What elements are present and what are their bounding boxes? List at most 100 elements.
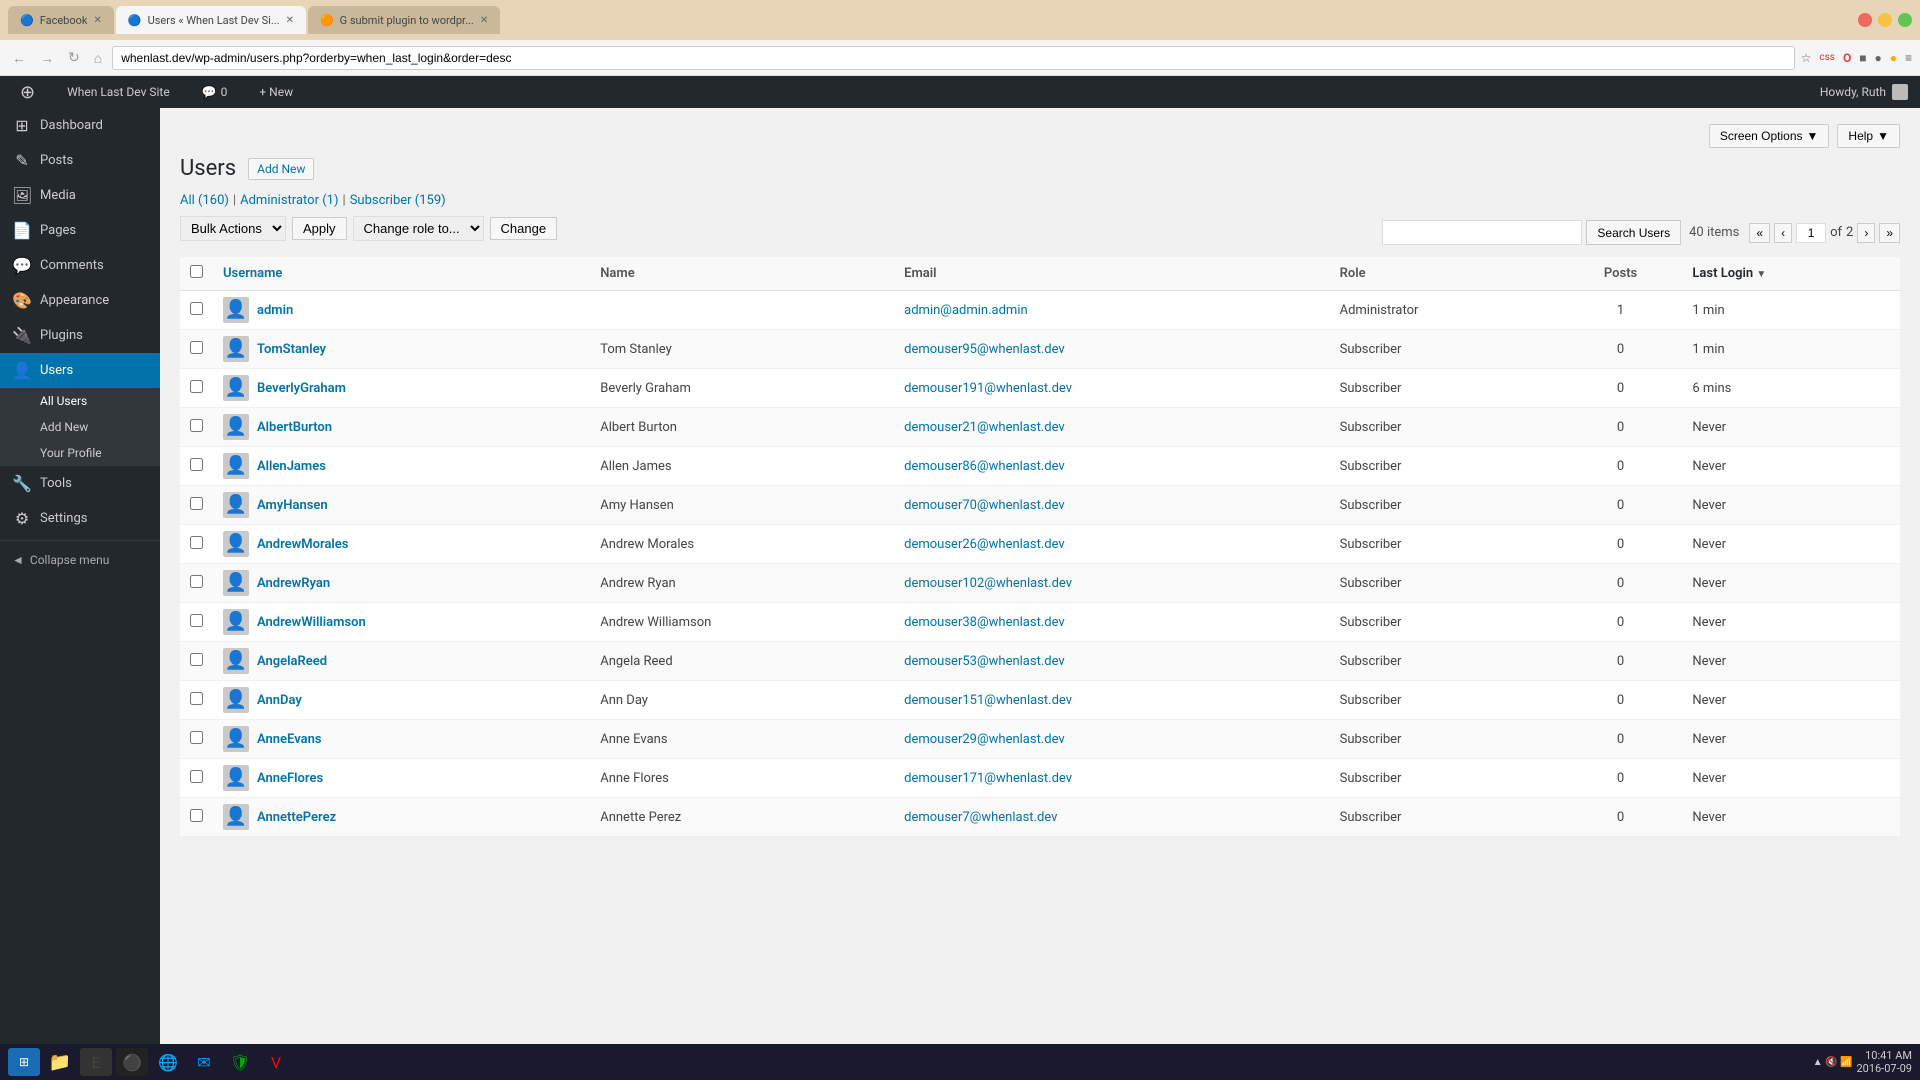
first-page-btn[interactable]: « — [1749, 223, 1770, 243]
facebook-tab-close[interactable]: ✕ — [93, 15, 101, 26]
submenu-all-users[interactable]: All Users — [0, 388, 160, 414]
username-link[interactable]: AnnDay — [257, 693, 302, 708]
users-tab-close[interactable]: ✕ — [286, 15, 294, 26]
browser-minimize-btn[interactable] — [1878, 13, 1892, 27]
row-checkbox[interactable] — [190, 653, 203, 666]
mail-btn[interactable]: ✉ — [188, 1048, 220, 1076]
email-link[interactable]: demouser102@whenlast.dev — [904, 576, 1072, 591]
username-link[interactable]: AndrewMorales — [257, 537, 348, 552]
filter-subscriber[interactable]: Subscriber (159) — [350, 193, 446, 208]
username-link[interactable]: AnnettePerez — [257, 810, 336, 825]
comments-item[interactable]: 💬 0 — [194, 76, 236, 108]
username-link[interactable]: AndrewWilliamson — [257, 615, 366, 630]
sidebar-item-plugins[interactable]: 🔌 Plugins — [0, 318, 160, 353]
bulk-actions-select[interactable]: Bulk Actions — [180, 216, 286, 241]
browser-close-btn[interactable] — [1858, 13, 1872, 27]
sidebar-item-posts[interactable]: ✎ Posts — [0, 143, 160, 178]
username-link[interactable]: TomStanley — [257, 342, 326, 357]
username-link[interactable]: admin — [257, 303, 293, 318]
page-number-input[interactable] — [1796, 223, 1826, 243]
browser-tab-users[interactable]: 🔵 Users « When Last Dev Si... ✕ — [116, 6, 306, 34]
home-btn[interactable]: ⌂ — [90, 48, 106, 68]
email-link[interactable]: admin@admin.admin — [904, 303, 1028, 318]
email-link[interactable]: demouser38@whenlast.dev — [904, 615, 1065, 630]
address-bar-input[interactable] — [112, 46, 1794, 70]
sidebar-item-comments[interactable]: 💬 Comments — [0, 248, 160, 283]
email-link[interactable]: demouser171@whenlast.dev — [904, 771, 1072, 786]
email-link[interactable]: demouser7@whenlast.dev — [904, 810, 1057, 825]
search-users-btn[interactable]: Search Users — [1586, 220, 1681, 245]
row-checkbox[interactable] — [190, 380, 203, 393]
row-checkbox[interactable] — [190, 731, 203, 744]
row-checkbox[interactable] — [190, 536, 203, 549]
google-tab-close[interactable]: ✕ — [480, 15, 488, 26]
change-btn[interactable]: Change — [490, 217, 558, 240]
row-checkbox[interactable] — [190, 770, 203, 783]
filter-all[interactable]: All (160) — [180, 193, 229, 208]
email-link[interactable]: demouser191@whenlast.dev — [904, 381, 1072, 396]
email-link[interactable]: demouser53@whenlast.dev — [904, 654, 1065, 669]
username-link[interactable]: AmyHansen — [257, 498, 328, 513]
last-login-col-header[interactable]: Last Login ▼ — [1682, 257, 1900, 291]
new-content-item[interactable]: + New — [251, 76, 301, 108]
email-link[interactable]: demouser26@whenlast.dev — [904, 537, 1065, 552]
username-link[interactable]: AngelaReed — [257, 654, 327, 669]
sidebar-item-dashboard[interactable]: ⊞ Dashboard — [0, 108, 160, 143]
email-link[interactable]: demouser95@whenlast.dev — [904, 342, 1065, 357]
file-explorer-btn[interactable]: 📁 — [44, 1048, 76, 1076]
email-link[interactable]: demouser21@whenlast.dev — [904, 420, 1065, 435]
wp-logo-item[interactable]: ⊕ — [12, 76, 43, 108]
help-btn[interactable]: Help ▼ — [1837, 124, 1900, 148]
row-checkbox[interactable] — [190, 341, 203, 354]
back-btn[interactable]: ← — [8, 48, 30, 68]
row-checkbox[interactable] — [190, 692, 203, 705]
browser-tab-google[interactable]: 🟠 G submit plugin to wordpr... ✕ — [308, 6, 500, 34]
row-checkbox[interactable] — [190, 809, 203, 822]
sidebar-item-settings[interactable]: ⚙ Settings — [0, 501, 160, 536]
start-btn[interactable]: ⊞ — [8, 1048, 40, 1076]
menu-icon[interactable]: ≡ — [1905, 51, 1912, 65]
row-checkbox[interactable] — [190, 419, 203, 432]
prev-page-btn[interactable]: ‹ — [1774, 223, 1792, 243]
username-link[interactable]: AndrewRyan — [257, 576, 330, 591]
username-link[interactable]: AlbertBurton — [257, 420, 332, 435]
refresh-btn[interactable]: ↻ — [64, 47, 84, 68]
email-link[interactable]: demouser151@whenlast.dev — [904, 693, 1072, 708]
select-all-checkbox[interactable] — [190, 265, 203, 278]
add-new-btn[interactable]: Add New — [248, 158, 314, 180]
shield-btn[interactable]: 🛡 — [224, 1048, 256, 1076]
last-page-btn[interactable]: » — [1879, 223, 1900, 243]
epic-btn[interactable]: E — [80, 1048, 112, 1076]
email-link[interactable]: demouser86@whenlast.dev — [904, 459, 1065, 474]
submenu-your-profile[interactable]: Your Profile — [0, 440, 160, 466]
next-page-btn[interactable]: › — [1857, 223, 1875, 243]
red-btn[interactable]: V — [260, 1048, 292, 1076]
browser-tab-facebook[interactable]: 🔵 Facebook ✕ — [8, 6, 114, 34]
apply-btn[interactable]: Apply — [292, 217, 347, 240]
sidebar-item-media[interactable]: 🖼 Media — [0, 178, 160, 213]
username-link[interactable]: BeverlyGraham — [257, 381, 346, 396]
collapse-menu-item[interactable]: ◄ Collapse menu — [0, 545, 160, 575]
username-link[interactable]: AnneEvans — [257, 732, 322, 747]
browser-maximize-btn[interactable] — [1898, 13, 1912, 27]
forward-btn[interactable]: → — [36, 48, 58, 68]
email-link[interactable]: demouser70@whenlast.dev — [904, 498, 1065, 513]
chrome-btn[interactable]: 🌐 — [152, 1048, 184, 1076]
change-role-select[interactable]: Change role to... — [353, 216, 484, 241]
screen-options-btn[interactable]: Screen Options ▼ — [1709, 124, 1830, 148]
username-link[interactable]: AllenJames — [257, 459, 326, 474]
row-checkbox[interactable] — [190, 614, 203, 627]
username-col-header[interactable]: Username — [213, 257, 590, 291]
sidebar-item-users[interactable]: 👤 Users — [0, 353, 160, 388]
row-checkbox[interactable] — [190, 458, 203, 471]
row-checkbox[interactable] — [190, 302, 203, 315]
star-icon[interactable]: ☆ — [1801, 51, 1812, 65]
username-link[interactable]: AnneFlores — [257, 771, 323, 786]
sidebar-item-appearance[interactable]: 🎨 Appearance — [0, 283, 160, 318]
sidebar-item-pages[interactable]: 📄 Pages — [0, 213, 160, 248]
row-checkbox[interactable] — [190, 497, 203, 510]
sidebar-item-tools[interactable]: 🔧 Tools — [0, 466, 160, 501]
filter-administrator[interactable]: Administrator (1) — [240, 193, 338, 208]
submenu-add-new[interactable]: Add New — [0, 414, 160, 440]
row-checkbox[interactable] — [190, 575, 203, 588]
